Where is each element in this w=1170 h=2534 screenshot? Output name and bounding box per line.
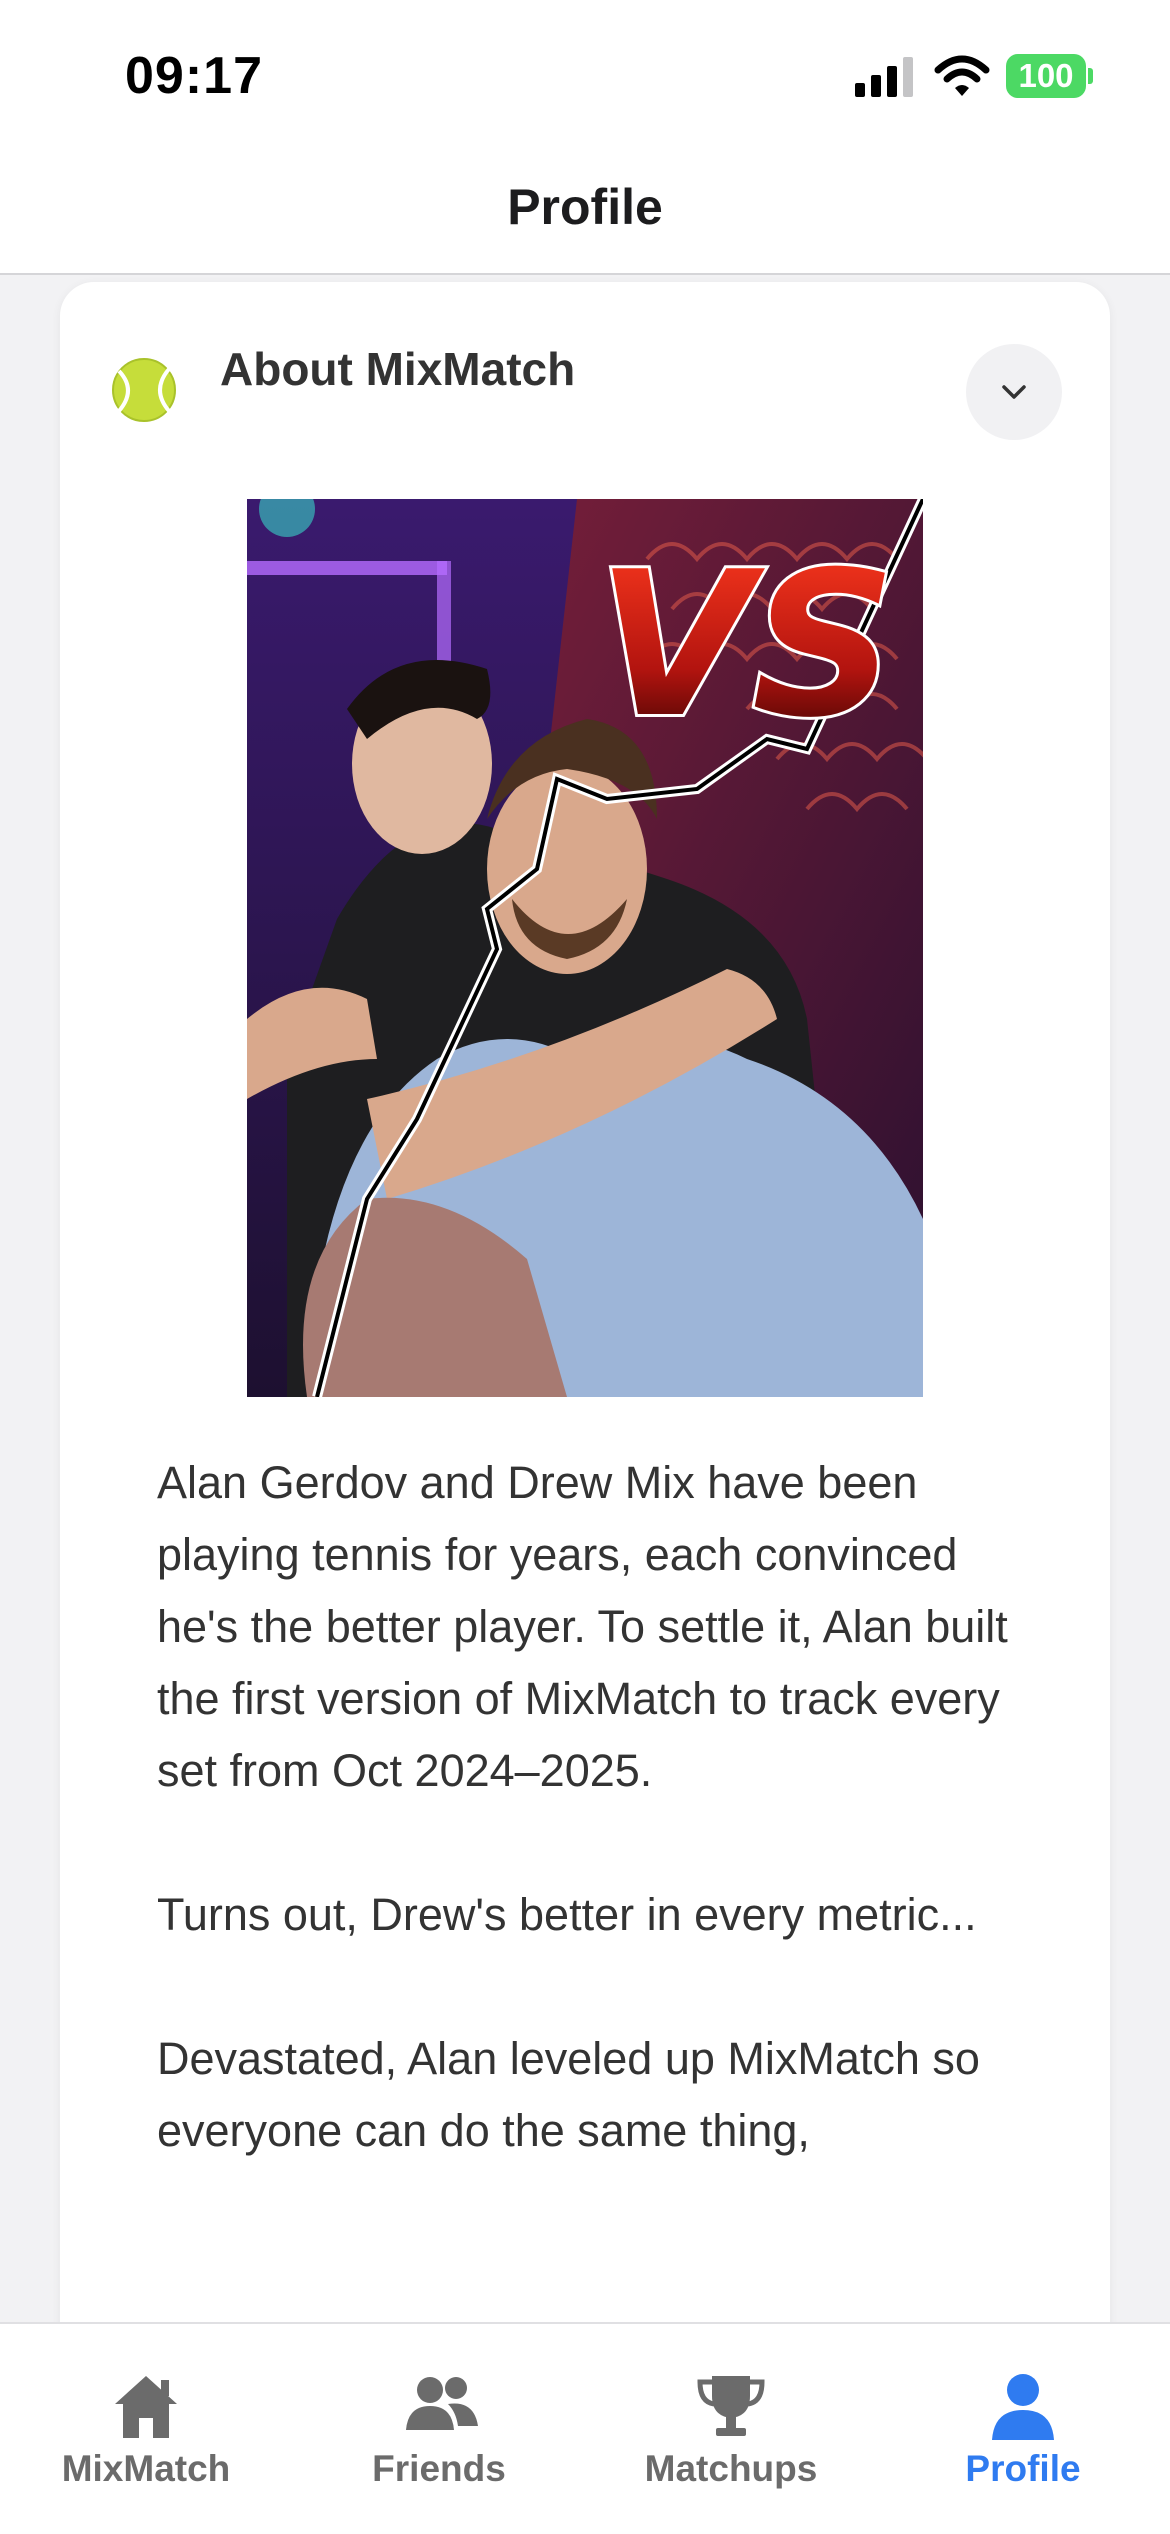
nav-header: Profile xyxy=(0,150,1170,275)
tab-profile[interactable]: Profile xyxy=(877,2324,1169,2534)
tab-friends[interactable]: Friends xyxy=(293,2324,585,2534)
versus-photo-art: VS xyxy=(247,499,923,1397)
card-title: About MixMatch xyxy=(220,343,576,395)
battery-icon: 100 xyxy=(1006,54,1086,98)
about-paragraph-2: Turns out, Drew's better in every metric… xyxy=(157,1889,977,1940)
tennis-ball-icon xyxy=(112,358,176,422)
about-paragraph-3: Devastated, Alan leveled up MixMatch so … xyxy=(157,2033,980,2156)
wifi-icon xyxy=(934,55,990,96)
battery-tip xyxy=(1088,68,1093,84)
status-time: 09:17 xyxy=(125,47,263,105)
tab-mixmatch[interactable]: MixMatch xyxy=(0,2324,292,2534)
chevron-down-icon xyxy=(1002,385,1026,399)
tab-label-profile: Profile xyxy=(965,2448,1081,2489)
collapse-toggle-button[interactable] xyxy=(966,344,1062,440)
tab-matchups[interactable]: Matchups xyxy=(585,2324,877,2534)
about-card: About MixMatch VS Alan Gerdov and Drew M… xyxy=(60,282,1110,2382)
signal-icon xyxy=(855,57,913,97)
page-title: Profile xyxy=(507,179,663,235)
person-icon xyxy=(992,2374,1054,2440)
about-paragraph-1: Alan Gerdov and Drew Mix have been playi… xyxy=(157,1457,1008,1796)
versus-photo: VS xyxy=(247,499,923,1397)
friends-icon xyxy=(406,2377,478,2430)
tab-label-mixmatch: MixMatch xyxy=(61,2448,231,2489)
tab-label-matchups: Matchups xyxy=(644,2448,818,2489)
vs-overlay-text: VS xyxy=(597,529,896,762)
about-description: Alan Gerdov and Drew Mix have been playi… xyxy=(157,1447,1017,2239)
status-bar: 09:17 100 xyxy=(0,0,1170,150)
tab-label-friends: Friends xyxy=(372,2448,506,2489)
trophy-icon xyxy=(697,2376,765,2436)
home-icon xyxy=(115,2376,177,2438)
tab-bar: MixMatch Friends Matchups Profile xyxy=(0,2322,1170,2534)
